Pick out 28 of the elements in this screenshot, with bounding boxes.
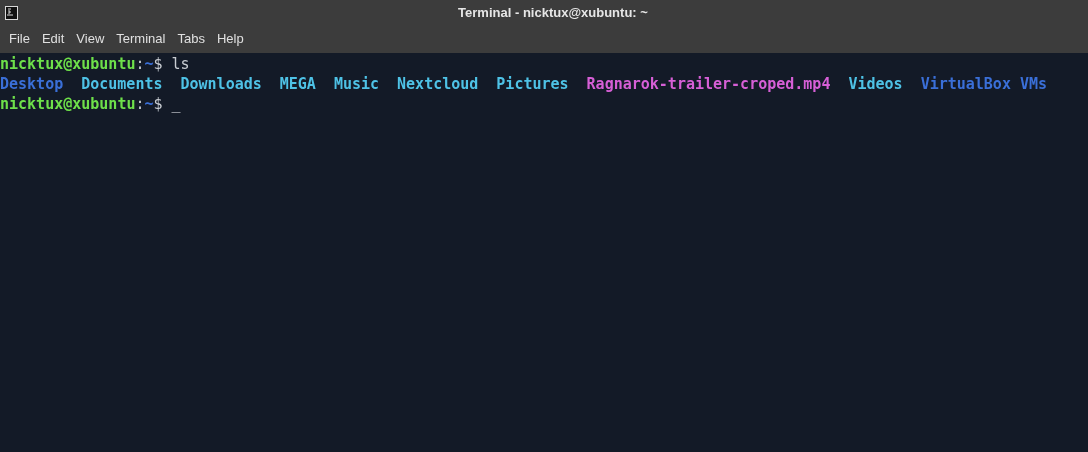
file-name: Documents [81, 73, 163, 95]
text-cursor: _ [171, 93, 181, 115]
prompt-path: ~ [144, 53, 154, 75]
file-name: MEGA [279, 73, 316, 95]
user-host: nicktux@xubuntu [0, 53, 136, 75]
file-name: Nextcloud [397, 73, 479, 95]
menu-item[interactable]: Terminal [110, 29, 172, 49]
prompt-separator: : [135, 93, 145, 115]
prompt-symbol: $ [153, 53, 163, 75]
prompt-separator: : [135, 53, 145, 75]
file-name: Downloads [180, 73, 262, 95]
menu-item[interactable]: Edit [35, 29, 71, 49]
window-title: Terminal - nicktux@xubuntu: ~ [458, 3, 648, 22]
menu-item[interactable]: View [70, 29, 111, 49]
file-name: Music [333, 73, 380, 95]
terminal-app-icon [5, 5, 18, 20]
file-name: Ragnarok-trailer-croped.mp4 [586, 73, 831, 95]
file-name: Videos [848, 73, 903, 95]
menu-item[interactable]: File [3, 29, 36, 49]
file-name: Desktop [0, 73, 64, 95]
prompt-symbol: $ [153, 93, 163, 115]
menu-item[interactable]: Help [210, 29, 250, 49]
file-name: Pictures [496, 73, 569, 95]
user-host: nicktux@xubuntu [0, 93, 136, 115]
prompt-path: ~ [144, 93, 154, 115]
file-name: VirtualBox VMs [920, 73, 1048, 95]
command-text: ls [171, 53, 190, 75]
menu-item[interactable]: Tabs [171, 29, 211, 49]
